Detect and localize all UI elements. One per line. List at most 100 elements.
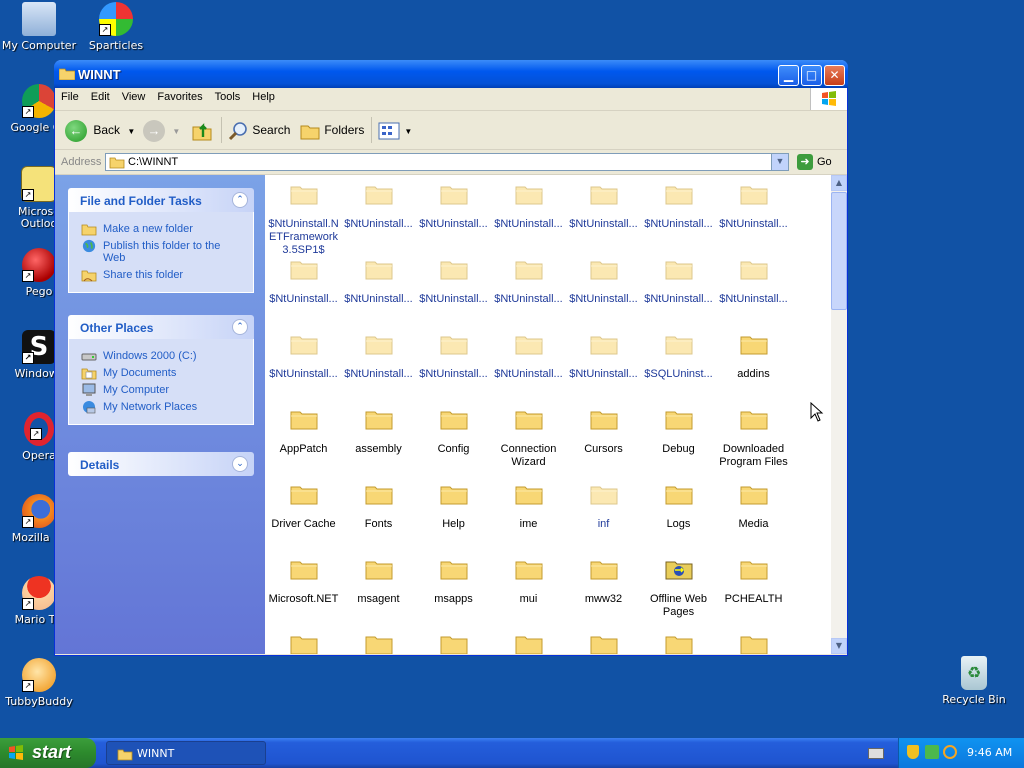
go-button[interactable]: ➜ Go [797,153,832,171]
back-button[interactable]: ← Back ▼ [65,119,135,142]
folder-item[interactable]: Offline Web Pages [641,550,716,619]
maximize-button[interactable]: □ [801,65,822,86]
folder-item[interactable] [341,625,416,654]
close-button[interactable]: ✕ [824,65,845,86]
folder-item[interactable]: $NtUninstall... [641,250,716,306]
folder-label: $NtUninstall... [419,293,488,305]
folder-item[interactable]: $NtUninstall... [266,325,341,381]
up-folder-button[interactable] [191,119,213,141]
folder-item[interactable]: assembly [341,400,416,456]
folder-item[interactable]: $NtUninstall... [266,250,341,306]
forward-dropdown-icon[interactable]: ▼ [172,127,180,136]
search-button[interactable]: Search [227,119,290,141]
menu-tools[interactable]: Tools [209,88,247,103]
security-shield-icon[interactable] [907,745,919,759]
collapse-chevron-icon[interactable]: ⌃ [232,192,248,208]
folder-item[interactable] [716,625,791,654]
menu-file[interactable]: File [55,88,85,103]
folder-item[interactable]: $NtUninstall... [491,325,566,381]
my-network-places-link[interactable]: My Network Places [81,401,245,414]
folder-item[interactable]: AppPatch [266,400,341,456]
folder-item[interactable]: Help [416,475,491,531]
address-dropdown-button[interactable]: ▼ [771,154,788,170]
folder-item[interactable]: $NtUninstall... [341,325,416,381]
folder-item[interactable]: $NtUninstall... [566,175,641,231]
forward-button[interactable]: → ▼ [143,119,180,142]
scroll-up-button[interactable]: ▲ [831,175,847,191]
folder-item[interactable]: ime [491,475,566,531]
folder-icon [590,261,617,280]
folder-item[interactable]: $NtUninstall.NETFramework3.5SP1$ [266,175,341,257]
my-documents-link[interactable]: My Documents [81,367,245,380]
folder-item[interactable]: $NtUninstall... [416,325,491,381]
desktop-icon-sparticles[interactable]: ↗ Sparticles [77,2,155,52]
folder-item[interactable]: PCHEALTH [716,550,791,606]
folder-item[interactable]: Microsoft.NET [266,550,341,606]
menu-help[interactable]: Help [246,88,281,103]
folder-item[interactable]: $NtUninstall... [566,325,641,381]
network-icon[interactable] [925,745,939,759]
publish-to-web-link[interactable]: Publish this folder to the Web [81,239,245,264]
scroll-thumb[interactable] [831,192,847,310]
vertical-scrollbar[interactable]: ▲ ▼ [831,175,847,654]
folder-item[interactable] [641,625,716,654]
folder-item[interactable]: Fonts [341,475,416,531]
folder-item[interactable]: $NtUninstall... [341,250,416,306]
folder-item[interactable] [491,625,566,654]
start-button[interactable]: start [0,738,96,768]
views-button[interactable]: ▼ [377,119,412,141]
folder-item[interactable]: Debug [641,400,716,456]
desktop-icon-my-computer[interactable]: My Computer [0,2,78,52]
panel-header[interactable]: File and Folder Tasks ⌃ [68,188,254,212]
desktop-icon-recycle-bin[interactable]: ♻ Recycle Bin [935,656,1013,706]
minimize-button[interactable]: ▁ [778,65,799,86]
folder-item[interactable]: $NtUninstall... [491,175,566,231]
folders-button[interactable]: Folders [299,119,364,141]
folder-item[interactable]: Driver Cache [266,475,341,531]
folder-item[interactable]: Downloaded Program Files [716,400,791,469]
folder-item[interactable]: Connection Wizard [491,400,566,469]
address-input[interactable]: C:\WINNT ▼ [105,153,789,171]
desktop-icon-tubbybuddy[interactable]: ↗ TubbyBuddy [0,658,78,708]
panel-header[interactable]: Details ⌄ [68,452,254,476]
menu-edit[interactable]: Edit [85,88,116,103]
folder-item[interactable]: Config [416,400,491,456]
folder-item[interactable] [266,625,341,654]
folder-item[interactable]: mui [491,550,566,606]
panel-header[interactable]: Other Places ⌃ [68,315,254,339]
share-folder-link[interactable]: Share this folder [81,269,245,282]
folder-item[interactable]: $NtUninstall... [416,175,491,231]
scroll-down-button[interactable]: ▼ [831,638,847,654]
folder-item[interactable]: $SQLUninst... [641,325,716,381]
folder-item[interactable]: msagent [341,550,416,606]
folder-item[interactable]: $NtUninstall... [566,250,641,306]
my-computer-link[interactable]: My Computer [81,383,245,396]
windows-2000-drive-link[interactable]: Windows 2000 (C:) [81,350,245,362]
menu-view[interactable]: View [116,88,152,103]
folder-item[interactable] [566,625,641,654]
folder-item[interactable]: $NtUninstall... [416,250,491,306]
folder-item[interactable] [416,625,491,654]
back-dropdown-icon[interactable]: ▼ [127,127,135,136]
folder-item[interactable]: Logs [641,475,716,531]
folder-item[interactable]: $NtUninstall... [641,175,716,231]
folder-item[interactable]: addins [716,325,791,381]
folder-item[interactable]: Cursors [566,400,641,456]
clock[interactable]: 9:46 AM [967,746,1012,759]
keyboard-icon[interactable] [868,748,884,759]
search-tray-icon[interactable] [943,745,957,759]
title-bar[interactable]: WINNT ▁ □ ✕ [54,60,848,88]
folder-item[interactable]: $NtUninstall... [341,175,416,231]
folder-item[interactable]: mww32 [566,550,641,606]
collapse-chevron-icon[interactable]: ⌃ [232,319,248,335]
make-new-folder-link[interactable]: Make a new folder [81,223,245,236]
folder-item[interactable]: msapps [416,550,491,606]
folder-item[interactable]: Media [716,475,791,531]
folder-item[interactable]: $NtUninstall... [716,250,791,306]
expand-chevron-icon[interactable]: ⌄ [232,456,248,472]
folder-item[interactable]: $NtUninstall... [716,175,791,231]
taskbar-item-winnt[interactable]: WINNT [106,741,266,765]
menu-favorites[interactable]: Favorites [151,88,208,103]
folder-item[interactable]: $NtUninstall... [491,250,566,306]
folder-item[interactable]: inf [566,475,641,531]
